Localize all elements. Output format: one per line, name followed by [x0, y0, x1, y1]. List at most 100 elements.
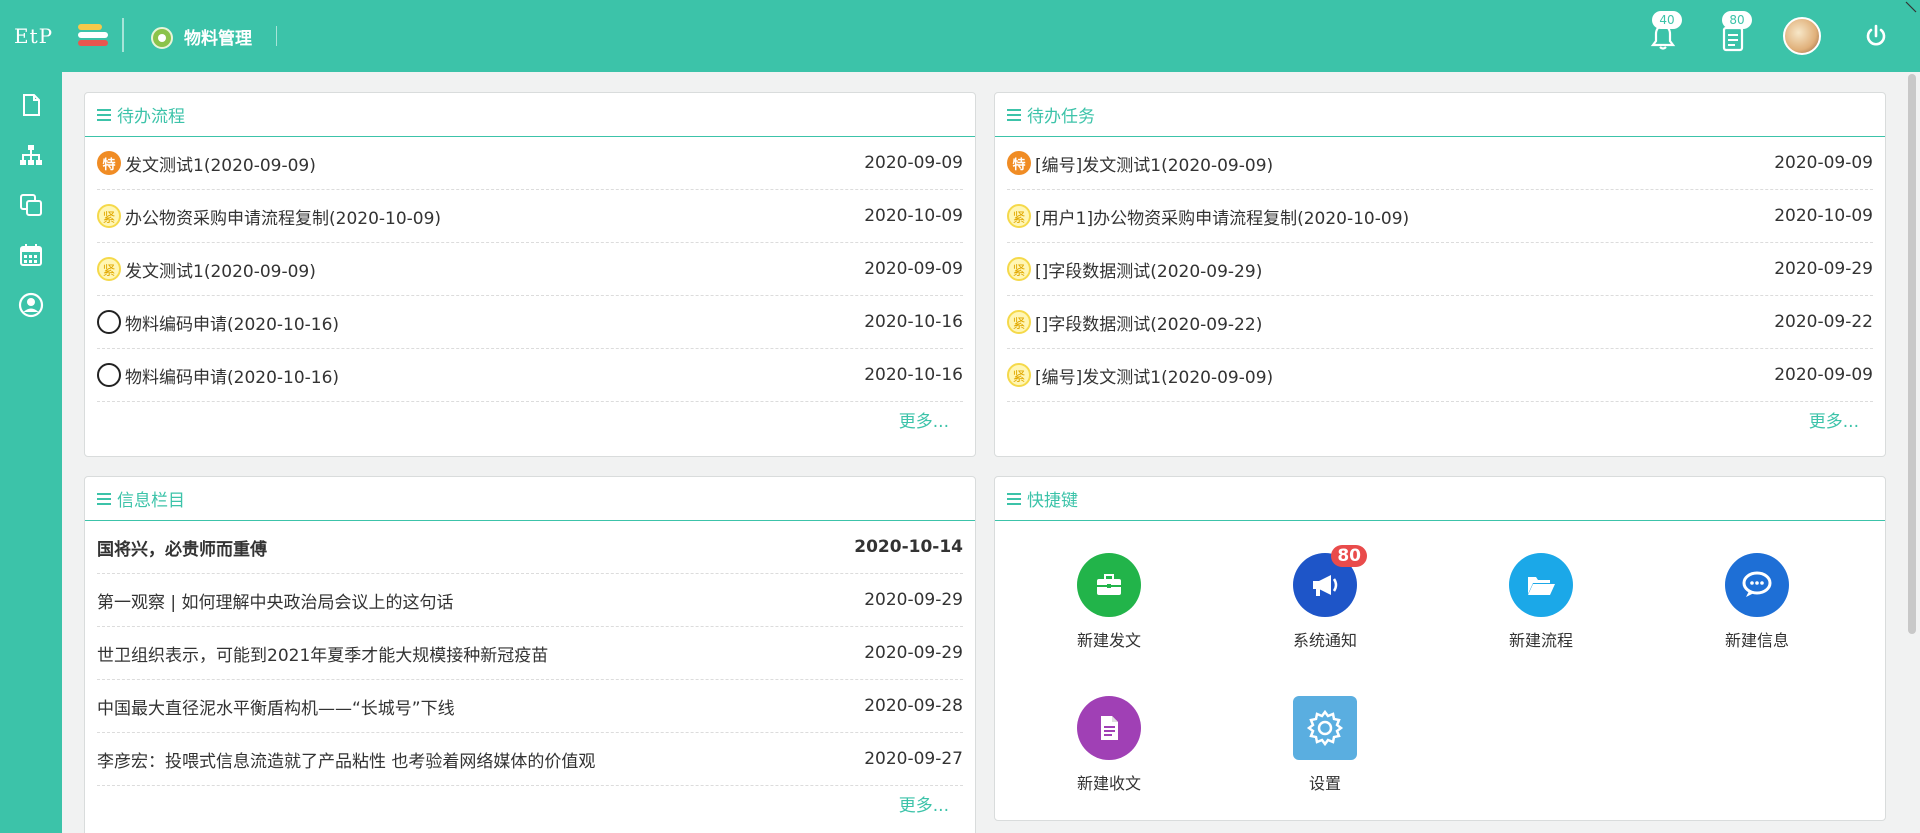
power-icon	[1866, 24, 1886, 46]
item-date: 2020-09-27	[864, 749, 963, 769]
item-title[interactable]: 李彦宏：投喂式信息流造就了产品粘性 也考验着网络媒体的价值观	[97, 747, 864, 772]
item-title[interactable]: 中国最大直径泥水平衡盾构机——“长城号”下线	[97, 694, 864, 719]
item-date: 2020-09-29	[864, 590, 963, 610]
panel-header: 待办任务	[995, 93, 1885, 137]
item-title[interactable]: 发文测试1(2020-09-09)	[125, 151, 864, 176]
panel-title: 待办任务	[1027, 107, 1095, 127]
item-date: 2020-10-16	[864, 365, 963, 385]
list-item[interactable]: 紧 [编号]发文测试1(2020-09-09) 2020-09-09	[1007, 349, 1873, 402]
more-link[interactable]: 更多...	[85, 786, 975, 826]
shortcut-4[interactable]: 新建信息	[1697, 553, 1817, 651]
urgent-badge-icon: 紧	[1007, 204, 1031, 228]
notifications-badge: 40	[1652, 11, 1682, 29]
item-title[interactable]: []字段数据测试(2020-09-22)	[1035, 310, 1774, 335]
more-link[interactable]: 更多...	[85, 402, 975, 442]
header-divider	[122, 18, 124, 52]
info-list: 国将兴，必贵师而重傅 2020-10-14 第一观察 | 如何理解中央政治局会议上的…	[85, 521, 975, 786]
copy-icon[interactable]	[18, 192, 44, 218]
item-title[interactable]: 国将兴，必贵师而重傅	[97, 535, 854, 560]
avatar[interactable]	[1783, 17, 1821, 55]
shortcut-label[interactable]: 新建信息	[1697, 627, 1817, 651]
calendar-icon[interactable]	[18, 242, 44, 268]
urgent-badge-icon: 紧	[97, 257, 121, 281]
item-title[interactable]: 物料编码申请(2020-10-16)	[125, 363, 864, 388]
document-icon[interactable]	[1077, 696, 1141, 760]
panel-title: 快捷键	[1027, 491, 1078, 511]
list-item[interactable]: 特 [编号]发文测试1(2020-09-09) 2020-09-09	[1007, 137, 1873, 190]
shortcut-3[interactable]: 新建流程	[1481, 553, 1601, 651]
shortcut-2[interactable]: 80 系统通知	[1265, 545, 1385, 651]
shortcuts-panel: 快捷键 新建发文 80 系统通知 新建流程 新建信息新建收文 设置	[994, 476, 1886, 821]
shortcut-5[interactable]: 新建收文	[1049, 696, 1169, 794]
pending-flows-list: 特发文测试1(2020-09-09) 2020-09-09 紧办公物资采购申请流程复…	[85, 137, 975, 402]
list-item[interactable]: 物料编码申请(2020-10-16) 2020-10-16	[97, 296, 963, 349]
list-item[interactable]: 紧办公物资采购申请流程复制(2020-10-09) 2020-10-09	[97, 190, 963, 243]
item-date: 2020-09-22	[1774, 312, 1873, 332]
list-item[interactable]: 紧 []字段数据测试(2020-09-29) 2020-09-29	[1007, 243, 1873, 296]
list-item[interactable]: 中国最大直径泥水平衡盾构机——“长城号”下线 2020-09-28	[97, 680, 963, 733]
menu-toggle-icon[interactable]	[78, 24, 108, 50]
megaphone-icon[interactable]: 80	[1293, 545, 1367, 617]
item-title[interactable]: 发文测试1(2020-09-09)	[125, 257, 864, 282]
list-item[interactable]: 世卫组织表示，可能到2021年夏季才能大规模接种新冠疫苗 2020-09-29	[97, 627, 963, 680]
item-date: 2020-09-29	[864, 643, 963, 663]
notification-badge: 80	[1331, 545, 1367, 567]
scrollbar-thumb[interactable]	[1908, 74, 1916, 634]
list-icon	[1007, 490, 1021, 508]
header-divider	[276, 26, 277, 46]
app-logo[interactable]: EtP	[14, 24, 53, 48]
file-icon[interactable]	[18, 92, 44, 118]
item-title[interactable]: 办公物资采购申请流程复制(2020-10-09)	[125, 204, 864, 229]
logout-button[interactable]	[1862, 22, 1890, 50]
gear-icon[interactable]	[1293, 696, 1357, 760]
list-item[interactable]: 物料编码申请(2020-10-16) 2020-10-16	[97, 349, 963, 402]
item-date: 2020-10-14	[854, 537, 963, 557]
urgent-badge-icon: 紧	[97, 204, 121, 228]
panel-title: 待办流程	[117, 107, 185, 127]
list-item[interactable]: 紧 []字段数据测试(2020-09-22) 2020-09-22	[1007, 296, 1873, 349]
item-title[interactable]: 第一观察 | 如何理解中央政治局会议上的这句话	[97, 588, 864, 613]
more-link[interactable]: 更多...	[995, 402, 1885, 442]
list-item[interactable]: 特发文测试1(2020-09-09) 2020-09-09	[97, 137, 963, 190]
urgent-badge-icon: 紧	[1007, 310, 1031, 334]
item-date: 2020-10-09	[864, 206, 963, 226]
panel-header: 信息栏目	[85, 477, 975, 521]
item-date: 2020-10-16	[864, 312, 963, 332]
panel-title: 信息栏目	[117, 491, 185, 511]
chat-icon[interactable]	[1725, 553, 1789, 617]
shortcut-label[interactable]: 新建发文	[1049, 627, 1169, 651]
shortcut-label[interactable]: 新建流程	[1481, 627, 1601, 651]
item-title[interactable]: 物料编码申请(2020-10-16)	[125, 310, 864, 335]
list-item[interactable]: 紧发文测试1(2020-09-09) 2020-09-09	[97, 243, 963, 296]
pending-tasks-panel: 待办任务 特 [编号]发文测试1(2020-09-09) 2020-09-09 紧 [用…	[994, 92, 1886, 457]
pending-flows-panel: 待办流程 特发文测试1(2020-09-09) 2020-09-09 紧办公物资采购…	[84, 92, 976, 457]
shortcut-6[interactable]: 设置	[1265, 696, 1385, 794]
list-item[interactable]: 第一观察 | 如何理解中央政治局会议上的这句话 2020-09-29	[97, 574, 963, 627]
module-globe-icon	[151, 27, 173, 49]
item-title[interactable]: [编号]发文测试1(2020-09-09)	[1035, 363, 1774, 388]
list-item[interactable]: 李彦宏：投喂式信息流造就了产品粘性 也考验着网络媒体的价值观 2020-09-27	[97, 733, 963, 786]
normal-circle-icon	[97, 310, 121, 334]
user-circle-icon[interactable]	[18, 292, 44, 318]
item-title[interactable]: [编号]发文测试1(2020-09-09)	[1035, 151, 1774, 176]
module-title[interactable]: 物料管理	[184, 24, 252, 49]
top-bar: EtP 物料管理 40 80	[0, 0, 1920, 72]
folder-open-icon[interactable]	[1509, 553, 1573, 617]
shortcut-1[interactable]: 新建发文	[1049, 553, 1169, 651]
list-item[interactable]: 国将兴，必贵师而重傅 2020-10-14	[97, 521, 963, 574]
item-title[interactable]: []字段数据测试(2020-09-29)	[1035, 257, 1774, 282]
briefcase-icon[interactable]	[1077, 553, 1141, 617]
org-chart-icon[interactable]	[18, 142, 44, 168]
shortcut-label[interactable]: 系统通知	[1265, 627, 1385, 651]
panel-header: 待办流程	[85, 93, 975, 137]
list-item[interactable]: 紧 [用户1]办公物资采购申请流程复制(2020-10-09) 2020-10-09	[1007, 190, 1873, 243]
normal-circle-icon	[97, 363, 121, 387]
item-date: 2020-09-09	[1774, 365, 1873, 385]
panel-header: 快捷键	[995, 477, 1885, 521]
shortcut-label[interactable]: 新建收文	[1049, 770, 1169, 794]
shortcut-label[interactable]: 设置	[1265, 770, 1385, 794]
urgent-badge-icon: 紧	[1007, 363, 1031, 387]
item-title[interactable]: [用户1]办公物资采购申请流程复制(2020-10-09)	[1035, 204, 1774, 229]
info-panel: 信息栏目 国将兴，必贵师而重傅 2020-10-14 第一观察 | 如何理解中央政治…	[84, 476, 976, 833]
item-title[interactable]: 世卫组织表示，可能到2021年夏季才能大规模接种新冠疫苗	[97, 641, 864, 666]
